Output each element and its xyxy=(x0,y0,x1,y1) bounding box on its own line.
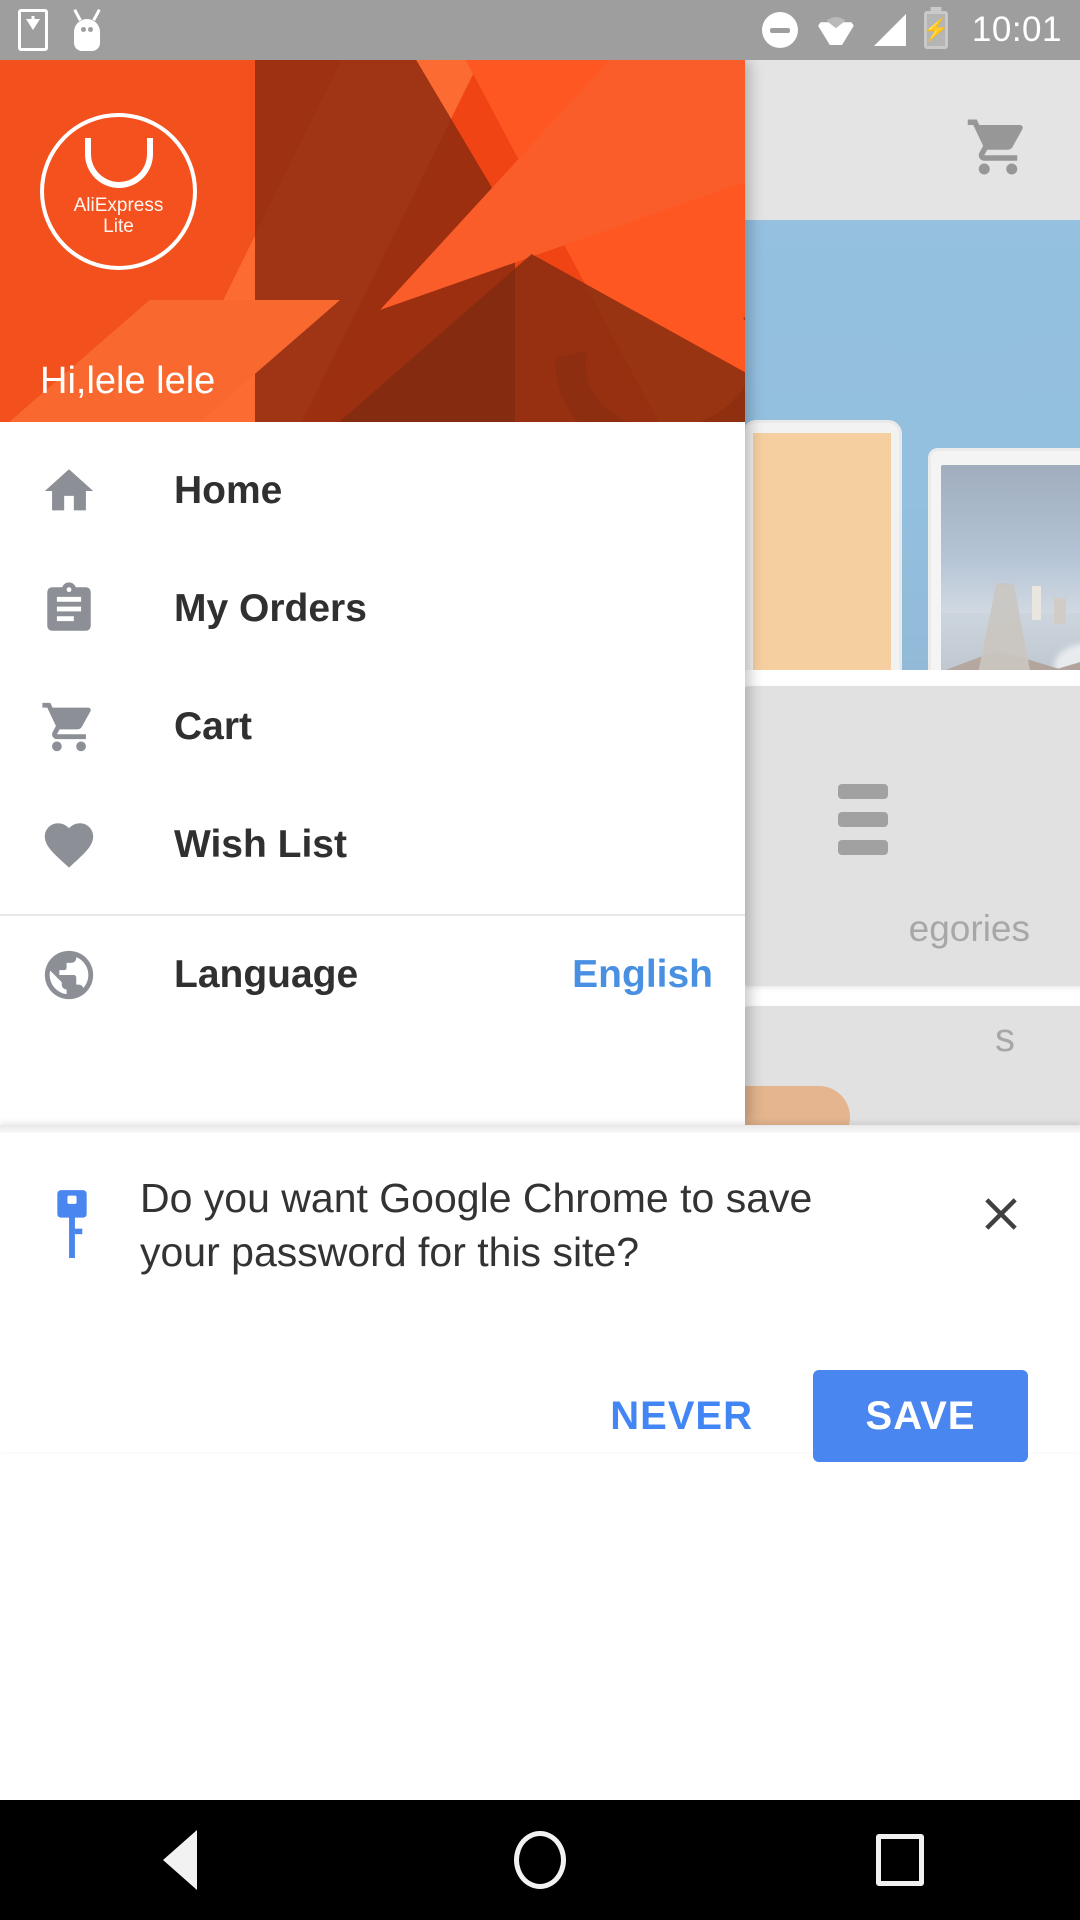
home-icon xyxy=(40,462,126,520)
infobar-top-shadow xyxy=(0,1125,1080,1133)
close-icon[interactable] xyxy=(974,1187,1028,1241)
heart-icon xyxy=(40,816,126,874)
nav-home-button[interactable] xyxy=(480,1800,600,1920)
drawer-header: AliExpress Lite Hi,lele lele xyxy=(0,60,745,422)
battery-charging-icon: ⚡ xyxy=(922,11,950,49)
drawer-menu: Home My Orders Cart Wish List Language E… xyxy=(0,422,745,1034)
sidebar-item-label: Home xyxy=(174,469,283,512)
sidebar-item-label: Cart xyxy=(174,705,253,748)
globe-icon xyxy=(40,946,126,1004)
clock: 10:01 xyxy=(971,10,1062,49)
smile-bag-icon xyxy=(84,137,153,188)
never-button[interactable]: NEVER xyxy=(576,1372,787,1461)
sidebar-item-cart[interactable]: Cart xyxy=(0,668,745,786)
cart-icon xyxy=(40,698,126,756)
do-not-disturb-icon xyxy=(761,12,798,48)
status-bar: ⚡ 10:01 xyxy=(0,0,1080,60)
sidebar-item-my-orders[interactable]: My Orders xyxy=(0,550,745,668)
sidebar-item-wish-list[interactable]: Wish List xyxy=(0,786,745,904)
wifi-icon xyxy=(816,15,856,45)
app-logo: AliExpress Lite xyxy=(40,113,197,270)
sidebar-item-label: Language xyxy=(174,953,359,996)
dialog-actions: NEVER SAVE xyxy=(0,1326,1080,1506)
language-value[interactable]: English xyxy=(572,953,713,997)
nav-back-button[interactable] xyxy=(120,1800,240,1920)
sidebar-item-label: Wish List xyxy=(174,823,347,866)
download-icon xyxy=(18,9,48,51)
save-button[interactable]: SAVE xyxy=(813,1370,1028,1462)
sidebar-item-language[interactable]: Language English xyxy=(0,916,745,1034)
clipboard-icon xyxy=(40,580,126,638)
back-triangle-icon xyxy=(163,1830,197,1890)
dialog-message: Do you want Google Chrome to save your p… xyxy=(140,1175,813,1276)
recents-square-icon xyxy=(876,1834,924,1886)
system-nav-bar xyxy=(0,1800,1080,1920)
logo-line-1: AliExpress xyxy=(73,194,164,216)
sidebar-item-label: My Orders xyxy=(174,587,367,630)
phone-screen: egories s ff AliExpress Lite H xyxy=(0,0,1080,1920)
home-circle-icon xyxy=(514,1831,566,1889)
cell-signal-icon xyxy=(873,14,906,46)
nav-recents-button[interactable] xyxy=(840,1800,960,1920)
logo-line-2: Lite xyxy=(103,215,134,237)
android-bug-icon xyxy=(70,8,104,51)
navigation-drawer: AliExpress Lite Hi,lele lele Home My Ord… xyxy=(0,60,745,1125)
key-icon xyxy=(57,1190,87,1258)
user-greeting: Hi,lele lele xyxy=(40,360,216,402)
sidebar-item-home[interactable]: Home xyxy=(0,432,745,550)
